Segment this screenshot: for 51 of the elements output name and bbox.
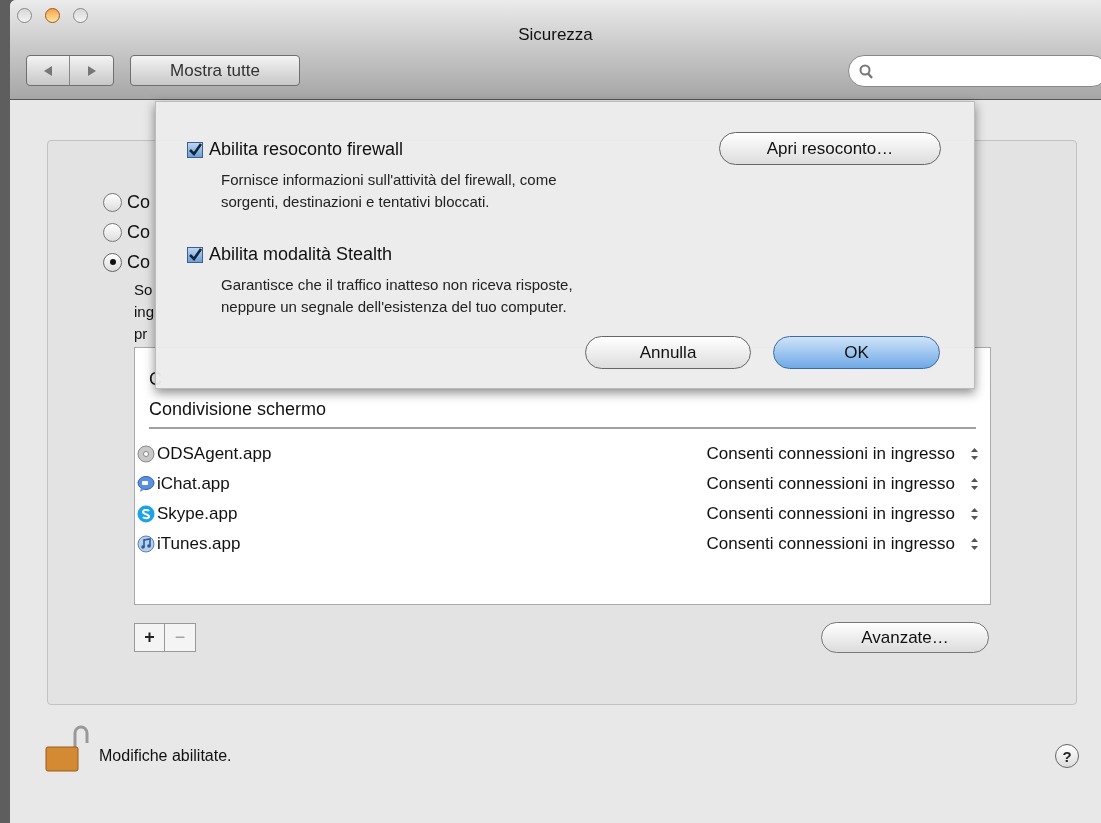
open-padlock-icon — [45, 725, 91, 773]
ok-button[interactable]: OK — [773, 336, 940, 369]
close-window-icon[interactable] — [17, 8, 32, 23]
add-button[interactable]: + — [135, 624, 165, 651]
stepper-arrows-icon — [971, 508, 978, 520]
description-text: Fornisce informazioni sull'attività del firewall, come — [221, 170, 558, 190]
description-text: Garantisce che il traffico inatteso non riceva risposte, — [221, 275, 573, 295]
lock-status-text: Modifiche abilitate. — [99, 746, 232, 766]
connection-popup[interactable]: Consenti connessioni in ingresso — [706, 531, 978, 557]
stepper-arrows-icon — [971, 448, 978, 460]
open-log-button[interactable]: Apri resoconto… — [719, 132, 941, 165]
search-icon — [859, 63, 873, 79]
show-all-button[interactable]: Mostra tutte — [130, 55, 300, 86]
connection-popup[interactable]: Consenti connessioni in ingresso — [706, 501, 978, 527]
minimize-window-icon[interactable] — [45, 8, 60, 23]
radio-button[interactable] — [103, 192, 122, 212]
right-arrow-icon — [87, 65, 96, 76]
service-name: Condivisione schermo — [149, 398, 327, 421]
window-title: Sicurezza — [517, 24, 594, 46]
disc-icon — [137, 445, 155, 463]
checkbox[interactable] — [187, 141, 203, 158]
description-text: So — [134, 280, 153, 300]
stepper-arrows-icon — [971, 538, 978, 550]
music-note-icon — [137, 535, 155, 553]
description-text: neppure un segnale dell'esistenza del tuo computer. — [221, 297, 568, 317]
description-text: ing — [134, 302, 155, 322]
app-name: iChat.app — [157, 473, 230, 496]
radio-label: Co — [127, 251, 150, 273]
connection-popup[interactable]: Consenti connessioni in ingresso — [706, 471, 978, 497]
checkbox-label: Abilita modalità Stealth — [209, 243, 393, 266]
description-text: pr — [134, 324, 148, 344]
cancel-button[interactable]: Annulla — [585, 336, 751, 369]
chat-bubble-icon — [137, 475, 155, 493]
help-button[interactable]: ? — [1055, 744, 1079, 768]
radio-label: Co — [127, 191, 150, 213]
radio-button[interactable] — [103, 222, 122, 242]
radio-button[interactable] — [103, 252, 122, 272]
checkbox[interactable] — [187, 246, 203, 263]
app-name: iTunes.app — [157, 533, 241, 556]
app-name: Skype.app — [157, 503, 238, 526]
search-field[interactable] — [848, 55, 1101, 87]
advanced-button[interactable]: Avanzate… — [821, 622, 989, 653]
checkbox-label: Abilita resoconto firewall — [209, 138, 404, 161]
left-arrow-icon — [43, 65, 53, 76]
stepper-arrows-icon — [971, 478, 978, 490]
zoom-window-icon[interactable] — [73, 8, 88, 23]
description-text: sorgenti, destinazioni e tentativi bloccati. — [221, 192, 491, 212]
app-name: ODSAgent.app — [157, 443, 272, 466]
skype-logo-icon — [137, 505, 155, 523]
connection-popup[interactable]: Consenti connessioni in ingresso — [706, 441, 978, 467]
radio-label: Co — [127, 221, 150, 243]
